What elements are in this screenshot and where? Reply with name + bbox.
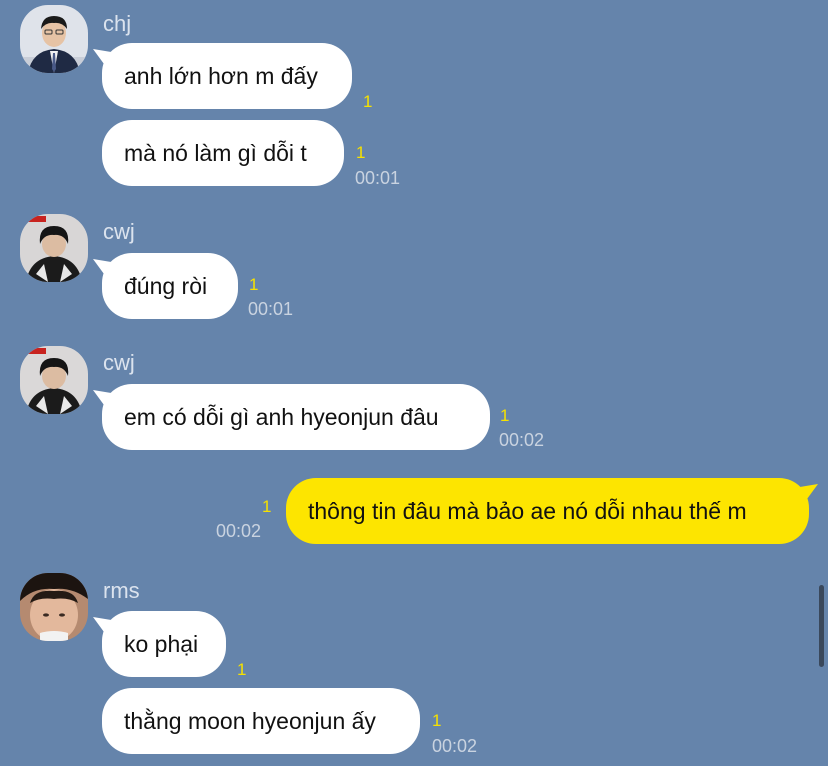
unread-count: 1 xyxy=(356,143,366,162)
avatar[interactable] xyxy=(20,214,88,282)
message-text: đúng ròi xyxy=(124,273,208,299)
avatar[interactable] xyxy=(20,5,88,73)
avatar[interactable] xyxy=(20,573,88,641)
message-bubble[interactable]: mà nó làm gì dỗi t xyxy=(102,120,344,186)
message-text: thằng moon hyeonjun ấy xyxy=(124,708,376,734)
message-text: thông tin đâu mà bảo ae nó dỗi nhau thế … xyxy=(308,498,747,524)
unread-count: 1 xyxy=(249,275,259,294)
message-text: em có dỗi gì anh hyeonjun đâu xyxy=(124,404,439,430)
unread-count: 1 xyxy=(363,92,373,111)
sender-name: cwj xyxy=(103,350,135,375)
message-bubble[interactable]: em có dỗi gì anh hyeonjun đâu xyxy=(102,384,490,450)
avatar[interactable] xyxy=(20,346,88,414)
unread-count: 1 xyxy=(262,497,272,516)
message-text: anh lớn hơn m đấy xyxy=(124,63,318,89)
message-text: ko phại xyxy=(124,631,199,657)
message-timestamp: 00:01 xyxy=(355,168,401,188)
unread-count: 1 xyxy=(432,711,442,730)
message-timestamp: 00:02 xyxy=(216,521,262,541)
sender-name: cwj xyxy=(103,219,135,244)
message-text: mà nó làm gì dỗi t xyxy=(124,140,307,166)
message-bubble[interactable]: anh lớn hơn m đấy xyxy=(102,43,352,109)
scrollbar[interactable] xyxy=(819,585,824,667)
sender-name: rms xyxy=(103,578,140,603)
sender-name: chj xyxy=(103,11,132,36)
message-timestamp: 00:01 xyxy=(248,299,294,319)
unread-count: 1 xyxy=(237,660,247,679)
unread-count: 1 xyxy=(500,406,510,425)
message-bubble[interactable]: đúng ròi xyxy=(102,253,238,319)
message-bubble[interactable]: ko phại xyxy=(102,611,226,677)
message-timestamp: 00:02 xyxy=(499,430,545,450)
chat-message-list[interactable]: chj anh lớn hơn m đấy 1 mà nó làm gì dỗi… xyxy=(0,0,828,766)
message-bubble[interactable]: thằng moon hyeonjun ấy xyxy=(102,688,420,754)
my-message-bubble[interactable]: thông tin đâu mà bảo ae nó dỗi nhau thế … xyxy=(286,478,809,544)
message-timestamp: 00:02 xyxy=(432,736,478,756)
